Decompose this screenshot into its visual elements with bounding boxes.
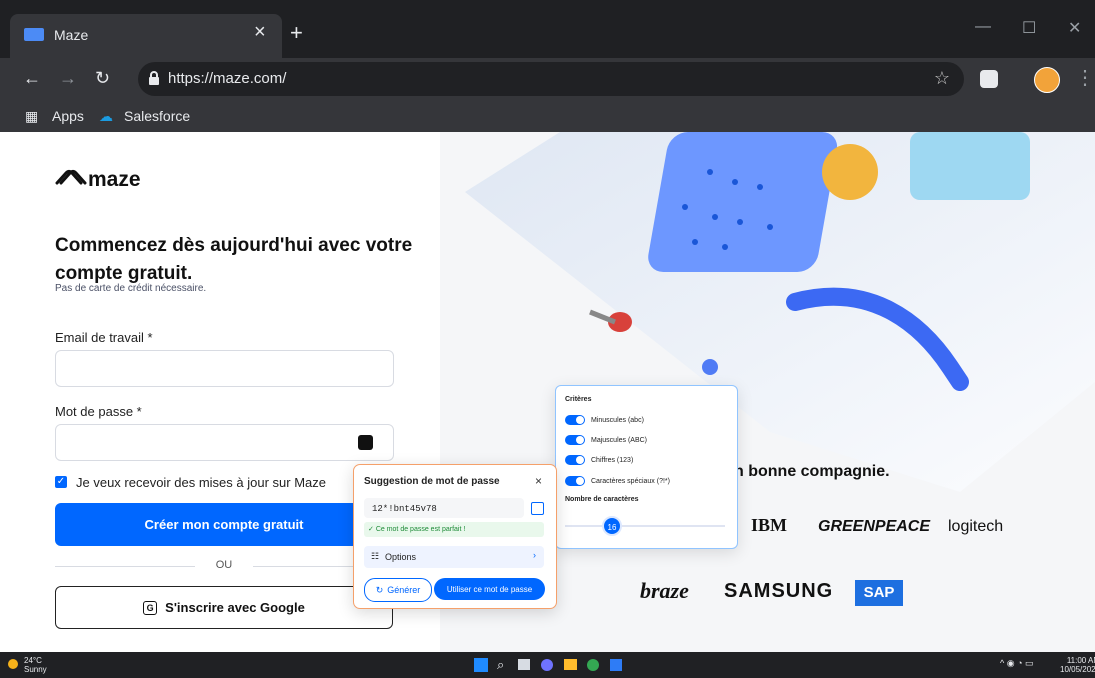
browser-toolbar: ← → ↻ https://maze.com/ ☆ ⋮ [0, 58, 1095, 100]
password-field[interactable] [55, 424, 394, 461]
good-company-heading: n bonne compagnie. [734, 463, 890, 480]
browser-tab-strip: Maze × + — ☐ ✕ [0, 0, 1095, 58]
copy-icon[interactable] [531, 502, 544, 515]
google-signup-button[interactable]: G S'inscrire avec Google [55, 586, 393, 629]
criteria-special: Caractères spéciaux (?!*) [565, 476, 670, 486]
updates-checkbox[interactable]: ✓ [55, 476, 67, 488]
time: 11:00 AM [1066, 656, 1095, 665]
browser-tab-maze[interactable]: Maze × [10, 14, 282, 58]
forward-arrow-icon[interactable]: → [59, 68, 77, 88]
bookmark-salesforce[interactable]: Salesforce [124, 108, 190, 124]
salesforce-cloud-icon: ☁ [99, 108, 113, 124]
bookmark-apps[interactable]: Apps [52, 108, 84, 124]
bookmarks-bar: ▦ Apps ☁ Salesforce [0, 100, 1095, 132]
email-field[interactable] [55, 350, 394, 387]
date: 10/05/2021 [1060, 665, 1095, 674]
google-signup-label: S'inscrire avec Google [165, 600, 305, 615]
tab-close-icon[interactable]: × [254, 22, 266, 42]
suggestion-close-icon[interactable]: × [535, 474, 542, 488]
criteria-digits: Chiffres (123) [565, 455, 633, 465]
search-icon[interactable]: ⌕ [497, 657, 504, 673]
password-status-text: Ce mot de passe est parfait ! [375, 526, 466, 533]
bookmark-star-icon[interactable]: ☆ [934, 68, 950, 89]
clock[interactable]: 11:00 AM10/05/2021 [1060, 656, 1095, 674]
criteria-lowercase-label: Minuscules (abc) [591, 416, 644, 424]
generate-label: Générer [387, 585, 421, 595]
criteria-lowercase: Minuscules (abc) [565, 415, 644, 425]
tab-title: Maze [54, 27, 89, 43]
uppercase-toggle[interactable] [565, 435, 585, 445]
digits-toggle[interactable] [565, 455, 585, 465]
password-suggestion-popover: Suggestion de mot de passe × 12*!bnt45v7… [353, 464, 557, 609]
criteria-digits-label: Chiffres (123) [591, 456, 634, 464]
password-manager-icon[interactable] [358, 435, 373, 450]
chevron-right-icon: › [533, 550, 536, 560]
file-explorer-icon[interactable] [564, 659, 577, 670]
criteria-uppercase: Majuscules (ABC) [565, 435, 647, 445]
suggested-password: 12*!bnt45v78 [372, 504, 437, 514]
maximize-button[interactable]: ☐ [1022, 18, 1036, 38]
password-criteria-popover: Critères Minuscules (abc) Majuscules (AB… [555, 385, 738, 549]
chrome-taskbar-icon[interactable] [587, 659, 599, 671]
password-label: Mot de passe * [55, 404, 142, 419]
system-tray-icons[interactable]: ^ ◉ ◔ ▭ [1000, 658, 1034, 669]
url-text: https://maze.com/ [168, 70, 287, 87]
extension-shield-icon[interactable] [980, 70, 998, 88]
windows-start-icon[interactable] [474, 658, 488, 672]
minimize-button[interactable]: — [975, 18, 991, 36]
criteria-title: Critères [565, 396, 592, 403]
page-title: Commencez dès aujourd'hui avec votre com… [55, 235, 413, 284]
windows-taskbar: 24°CSunny ⌕ ^ ◉ ◔ ▭ 11:00 AM10/05/2021 [0, 652, 1095, 678]
or-divider: OU [55, 559, 393, 575]
maze-logo-icon [55, 170, 87, 185]
use-password-button[interactable]: Utiliser ce mot de passe [434, 578, 545, 600]
apps-grid-icon[interactable]: ▦ [25, 108, 38, 125]
length-slider-thumb[interactable]: 16 [602, 516, 622, 536]
ibm-logo: IBM [751, 515, 787, 535]
maze-wordmark: maze [88, 168, 141, 191]
criteria-uppercase-label: Majuscules (ABC) [591, 436, 648, 444]
create-account-button[interactable]: Créer mon compte gratuit [55, 503, 393, 546]
weather-sun-icon [8, 659, 18, 669]
samsung-logo: SAMSUNG [724, 580, 834, 602]
lock-icon [149, 71, 159, 85]
weather-widget[interactable]: 24°C Sunny [24, 656, 47, 674]
password-status: ✓ Ce mot de passe est parfait ! [364, 522, 544, 537]
generate-password-button[interactable]: ↻ Générer [364, 578, 432, 602]
weather-temp: 24°C [24, 656, 42, 665]
options-label: Options [385, 552, 417, 562]
refresh-icon: ↻ [375, 584, 384, 595]
length-slider[interactable]: 16 [565, 516, 725, 536]
task-view-icon[interactable] [518, 659, 530, 670]
lowercase-toggle[interactable] [565, 415, 585, 425]
page-subtitle: Pas de carte de crédit nécessaire. [55, 283, 207, 294]
length-label: Nombre de caractères [565, 496, 639, 503]
sliders-icon: ☷ [371, 551, 380, 561]
maze-favicon-icon [24, 28, 44, 41]
back-arrow-icon[interactable]: ← [23, 68, 41, 88]
logitech-logo: logitech [948, 518, 1004, 535]
braze-logo: braze [640, 578, 689, 603]
special-toggle[interactable] [565, 476, 585, 486]
weather-condition: Sunny [24, 665, 47, 674]
profile-avatar[interactable] [1034, 67, 1060, 93]
greenpeace-logo: GREENPEACE [818, 518, 931, 535]
reload-icon[interactable]: ↻ [95, 68, 110, 88]
email-label: Email de travail * [55, 330, 153, 345]
updates-checkbox-label: Je veux recevoir des mises à jour sur Ma… [76, 475, 326, 490]
google-g-icon: G [143, 600, 158, 615]
sap-logo: SAP [855, 580, 903, 606]
address-bar[interactable]: https://maze.com/ ☆ [138, 62, 964, 96]
options-row[interactable]: ☷ Options › [364, 546, 544, 568]
store-icon[interactable] [610, 659, 622, 671]
close-window-button[interactable]: ✕ [1068, 18, 1081, 38]
suggestion-title: Suggestion de mot de passe [364, 476, 500, 487]
criteria-special-label: Caractères spéciaux (?!*) [591, 477, 670, 485]
teams-icon[interactable] [541, 659, 553, 671]
menu-dots-icon[interactable]: ⋮ [1075, 68, 1095, 88]
new-tab-button[interactable]: + [290, 22, 303, 44]
